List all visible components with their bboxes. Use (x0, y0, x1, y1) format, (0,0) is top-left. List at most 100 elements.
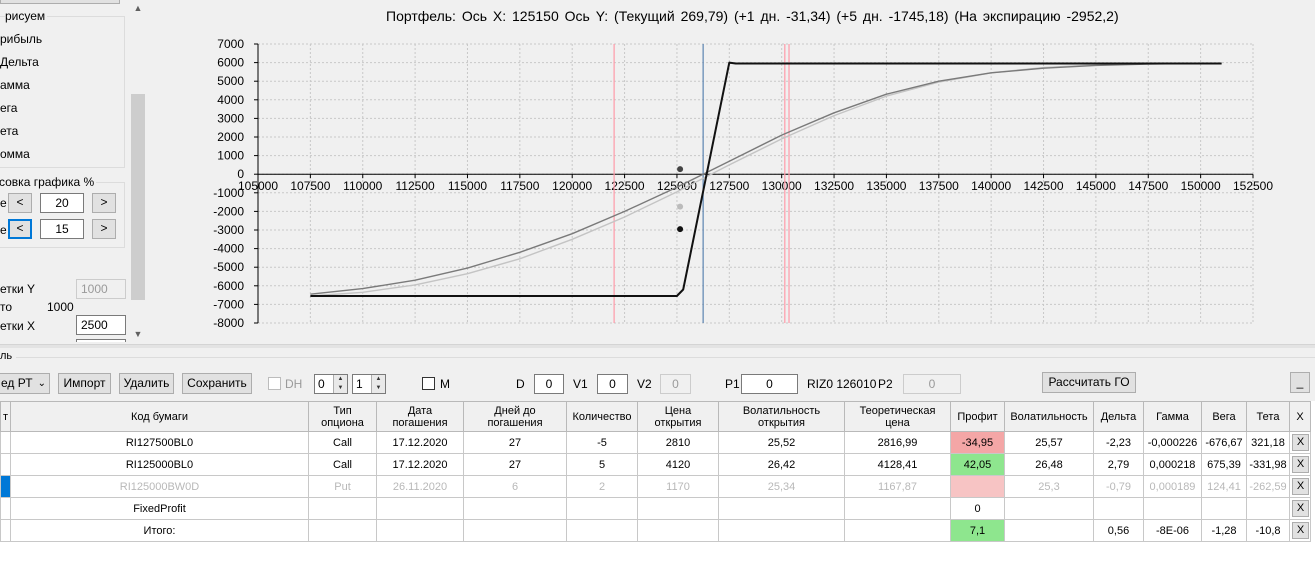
col-header-quantity[interactable]: Количество (566, 401, 638, 432)
cell-theta[interactable]: -262,59 (1246, 475, 1290, 498)
cell-quantity[interactable]: 2 (566, 475, 638, 498)
cell-code[interactable]: RI125000BL0 (10, 453, 309, 476)
cell-delta[interactable]: 2,79 (1093, 453, 1144, 476)
grid-y-field[interactable]: 1000 (76, 279, 126, 299)
cell-delta[interactable]: -0,79 (1093, 475, 1144, 498)
cell-expiry[interactable]: 17.12.2020 (376, 431, 464, 454)
cell-row-header[interactable] (0, 453, 11, 476)
cell-code[interactable]: RI125000BW0D (10, 475, 309, 498)
cell-profit[interactable]: 0 (950, 497, 1005, 520)
cell-quantity[interactable] (566, 519, 638, 542)
cell-open-price[interactable]: 1170 (637, 475, 719, 498)
extra-field[interactable] (76, 339, 126, 342)
table-row[interactable]: RI125000BW0D Put 26.11.2020 6 2 1170 25,34 1167… (0, 475, 1311, 498)
spin-down-icon[interactable]: ▼ (371, 384, 385, 393)
series-item-theta[interactable]: ета (0, 124, 18, 138)
remove-row-button[interactable]: X (1292, 478, 1309, 495)
cell-theoretical-price[interactable] (844, 497, 951, 520)
cell-volatility[interactable]: 25,57 (1004, 431, 1094, 454)
cell-days[interactable]: 6 (463, 475, 567, 498)
cell-vega[interactable]: -676,67 (1201, 431, 1247, 454)
col-header-gamma[interactable]: Гамма (1143, 401, 1202, 432)
cell-profit[interactable] (950, 475, 1005, 498)
import-button[interactable]: Импорт (58, 373, 111, 394)
table-row[interactable]: RI127500BL0 Call 17.12.2020 27 -5 2810 25,52 28… (0, 431, 1311, 454)
cell-gamma[interactable] (1143, 497, 1202, 520)
row1-next-button[interactable]: > (92, 193, 116, 213)
cell-theoretical-price[interactable]: 2816,99 (844, 431, 951, 454)
cell-remove[interactable]: X (1289, 453, 1311, 476)
scroll-up-icon[interactable]: ▲ (130, 0, 146, 16)
spin-down-icon[interactable]: ▼ (333, 384, 347, 393)
cell-expiry[interactable] (376, 519, 464, 542)
cell-open-price[interactable]: 4120 (637, 453, 719, 476)
cell-open-volatility[interactable] (718, 519, 845, 542)
cell-remove[interactable]: X (1289, 497, 1311, 520)
col-header-delta[interactable]: Дельта (1093, 401, 1144, 432)
cell-open-volatility[interactable] (718, 497, 845, 520)
cell-theoretical-price[interactable] (844, 519, 951, 542)
cell-expiry[interactable] (376, 497, 464, 520)
cell-expiry[interactable]: 17.12.2020 (376, 453, 464, 476)
cell-delta[interactable] (1093, 497, 1144, 520)
cell-code[interactable]: FixedProfit (10, 497, 309, 520)
cell-type[interactable] (308, 497, 377, 520)
d-field[interactable]: 0 (534, 374, 564, 394)
cell-delta[interactable]: 0,56 (1093, 519, 1144, 542)
cell-row-header[interactable] (0, 519, 11, 542)
cell-open-volatility[interactable]: 25,34 (718, 475, 845, 498)
row2-value-field[interactable]: 15 (40, 219, 84, 239)
cell-theoretical-price[interactable]: 4128,41 (844, 453, 951, 476)
cell-open-price[interactable] (637, 497, 719, 520)
cell-theta[interactable]: -10,8 (1246, 519, 1290, 542)
cell-days[interactable]: 27 (463, 453, 567, 476)
cell-theta[interactable]: 321,18 (1246, 431, 1290, 454)
cell-vega[interactable]: 124,41 (1201, 475, 1247, 498)
cell-open-price[interactable]: 2810 (637, 431, 719, 454)
top-button[interactable] (0, 0, 120, 4)
m-checkbox[interactable] (422, 377, 435, 390)
row2-prev-button[interactable]: < (8, 219, 32, 239)
cell-quantity[interactable] (566, 497, 638, 520)
cell-theoretical-price[interactable]: 1167,87 (844, 475, 951, 498)
series-item-gamma[interactable]: амма (0, 78, 30, 92)
p2-field[interactable]: 0 (903, 374, 961, 394)
series-item-vega[interactable]: ега (0, 101, 17, 115)
remove-row-button[interactable]: X (1292, 522, 1309, 539)
col-header-days[interactable]: Дней до погашения (463, 401, 567, 432)
cell-row-header[interactable] (0, 475, 11, 498)
cell-days[interactable]: 27 (463, 431, 567, 454)
col-header-volatility[interactable]: Волатильность (1004, 401, 1094, 432)
cell-days[interactable] (463, 519, 567, 542)
row1-prev-button[interactable]: < (8, 193, 32, 213)
cell-type[interactable]: Put (308, 475, 377, 498)
v1-field[interactable]: 0 (597, 374, 628, 394)
cell-code[interactable]: RI127500BL0 (10, 431, 309, 454)
cell-vega[interactable]: 675,39 (1201, 453, 1247, 476)
col-header-code[interactable]: Код бумаги (10, 401, 309, 432)
cell-gamma[interactable]: 0,000189 (1143, 475, 1202, 498)
row2-next-button[interactable]: > (92, 219, 116, 239)
minimize-button[interactable]: _ (1290, 372, 1310, 393)
grid-x-field[interactable]: 2500 (76, 315, 126, 335)
cell-open-volatility[interactable]: 25,52 (718, 431, 845, 454)
col-header[interactable]: т (0, 401, 11, 432)
scroll-thumb[interactable] (131, 94, 145, 300)
col-header-vega[interactable]: Вега (1201, 401, 1247, 432)
col-header-theta[interactable]: Тета (1246, 401, 1290, 432)
dh-checkbox[interactable] (268, 377, 281, 390)
cell-delta[interactable]: -2,23 (1093, 431, 1144, 454)
cell-profit[interactable]: -34,95 (950, 431, 1005, 454)
cell-theta[interactable] (1246, 497, 1290, 520)
cell-gamma[interactable]: -0,000226 (1143, 431, 1202, 454)
cell-type[interactable]: Call (308, 431, 377, 454)
series-item-profit[interactable]: рибыль (0, 32, 42, 46)
cell-days[interactable] (463, 497, 567, 520)
col-header-expiry[interactable]: Дата погашения (376, 401, 464, 432)
scroll-down-icon[interactable]: ▼ (130, 326, 146, 342)
spin1-field[interactable]: 0 ▲ ▼ (314, 374, 348, 394)
cell-row-header[interactable] (0, 431, 11, 454)
cell-vega[interactable] (1201, 497, 1247, 520)
cell-code[interactable]: Итого: (10, 519, 309, 542)
col-header-theoretical-price[interactable]: Теоретическая цена (844, 401, 951, 432)
